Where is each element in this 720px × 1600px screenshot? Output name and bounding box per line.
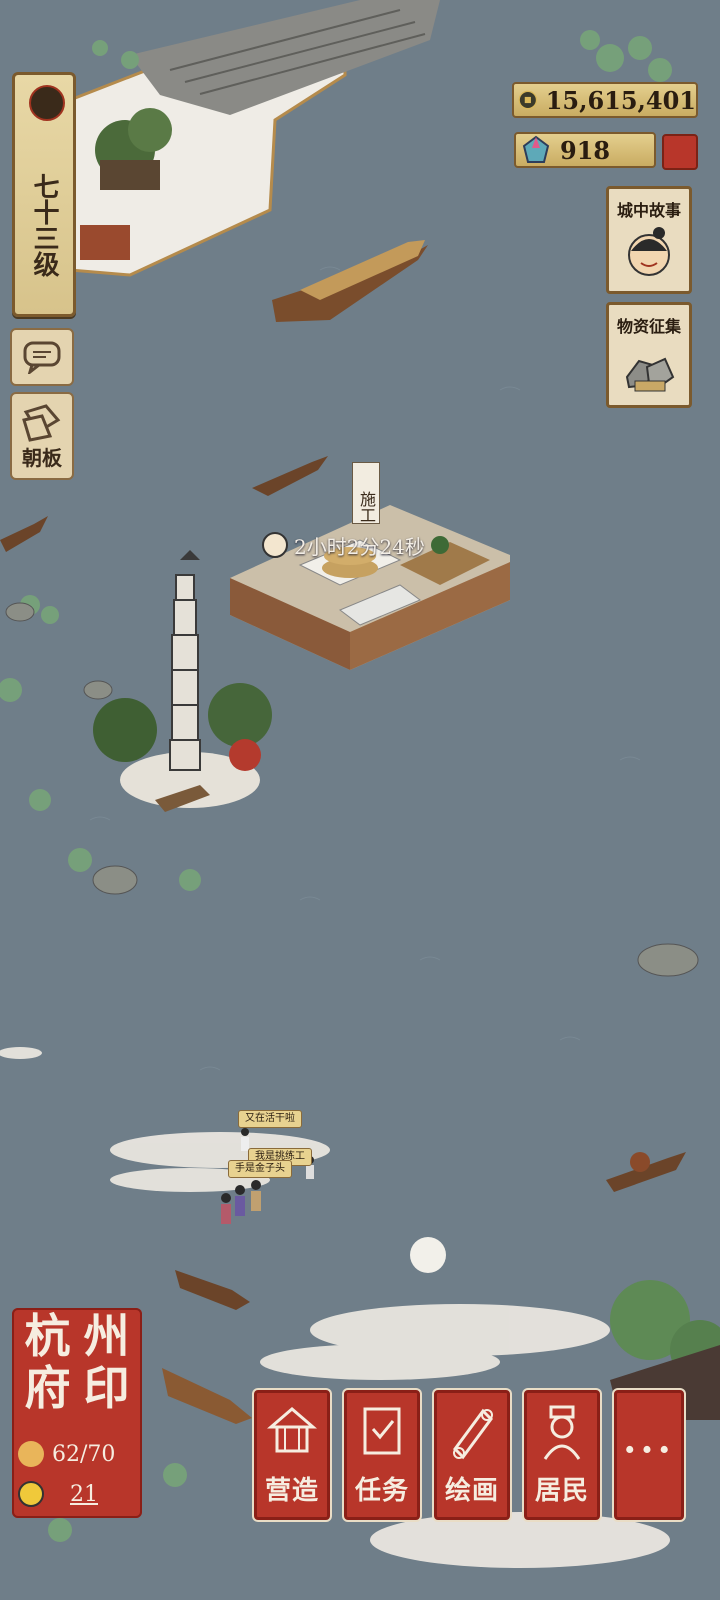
large-boat[interactable]	[272, 240, 428, 322]
small-boat-1[interactable]	[252, 456, 328, 496]
stone-pile-icon	[625, 357, 675, 392]
construction-sign[interactable]: 施工	[352, 462, 380, 524]
worker-face-icon	[262, 532, 288, 558]
coin-value: 15,615,401	[545, 85, 696, 115]
speech-bubble: 手是金子头	[228, 1160, 292, 1178]
residents-label: 居民	[534, 1476, 589, 1506]
board-button[interactable]: 朝板	[10, 392, 74, 480]
construction-sign-text: 施工	[357, 491, 376, 523]
more-button[interactable]: ···	[614, 1390, 684, 1520]
level-badge[interactable]: 七十三级	[12, 72, 76, 317]
painting-button[interactable]: 绘画	[434, 1390, 510, 1520]
board-icon	[22, 403, 61, 442]
pavilion-icon	[267, 1407, 317, 1453]
gem-value: 918	[560, 135, 611, 165]
happiness-value: 21	[70, 1481, 98, 1507]
coin-icon	[518, 90, 538, 110]
residents-button[interactable]: 居民	[524, 1390, 600, 1520]
scholar-icon	[543, 1405, 581, 1460]
happiness-stat: 21	[18, 1480, 136, 1508]
leaf-icon	[430, 536, 449, 554]
timer-text: 2小时2分24秒	[294, 534, 425, 559]
chat-button[interactable]	[10, 328, 74, 386]
gem-counter[interactable]: 918	[514, 132, 656, 168]
board-label: 朝板	[22, 445, 62, 470]
shop-icon[interactable]	[662, 134, 698, 170]
gem-icon	[522, 135, 550, 163]
level-text: 七十三级	[29, 173, 59, 277]
tasks-label: 任务	[354, 1476, 409, 1506]
moon	[410, 1237, 446, 1273]
tasks-button[interactable]: 任务	[344, 1390, 420, 1520]
brush-emblem-icon	[29, 85, 65, 121]
coin-counter[interactable]: 15,615,401	[512, 82, 698, 118]
city-name-char: 州	[83, 1309, 130, 1363]
supply-collection-label: 物资征集	[616, 317, 681, 336]
small-boat-3[interactable]	[175, 1270, 250, 1310]
small-boat-4[interactable]	[162, 1368, 252, 1424]
city-story-card[interactable]: 城中故事	[606, 186, 692, 294]
book-icon	[363, 1407, 401, 1455]
construction-timer: 2小时2分24秒	[262, 530, 449, 560]
build-label: 营造	[264, 1476, 319, 1506]
child-face-icon	[628, 227, 670, 276]
city-name-char: 府	[24, 1361, 71, 1415]
city-name: 杭 州 府 印	[18, 1310, 136, 1414]
smiley-icon	[18, 1481, 44, 1507]
population-value: 62/70	[52, 1441, 116, 1467]
build-button[interactable]: 营造	[254, 1390, 330, 1520]
snow-island[interactable]	[68, 0, 440, 277]
small-boat-2[interactable]	[0, 516, 48, 552]
scroll-icon	[453, 1408, 493, 1460]
city-name-char: 杭	[24, 1309, 71, 1363]
painting-label: 绘画	[444, 1476, 499, 1506]
city-story-label: 城中故事	[616, 201, 681, 220]
cargo-boat[interactable]	[606, 1152, 686, 1192]
chat-bubble-icon	[23, 341, 61, 374]
speech-bubble: 又在活干啦	[238, 1110, 302, 1128]
supply-collection-card[interactable]: 物资征集	[606, 302, 692, 408]
population-icon	[18, 1441, 44, 1467]
city-seal[interactable]: 杭 州 府 印 62/70 21	[12, 1308, 142, 1518]
more-dots-icon: ···	[623, 1427, 675, 1472]
population-stat: 62/70	[18, 1440, 136, 1468]
city-name-char: 印	[83, 1361, 130, 1415]
